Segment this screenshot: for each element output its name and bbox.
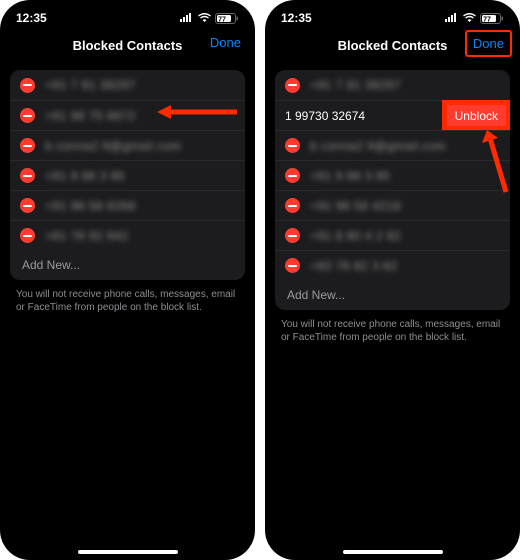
page-title: Blocked Contacts [73,38,183,53]
contact-label: +91 98 75 8872 [45,109,136,123]
status-time: 12:35 [281,11,312,25]
contact-label: b conna2 9@gmail.com [45,139,181,153]
contact-label: 1 99730 32674 [275,109,443,123]
remove-icon[interactable] [285,258,300,273]
wifi-icon [198,13,211,23]
blocked-row[interactable]: +91 98 75 8872 [10,100,245,130]
blocked-row[interactable]: +91 98 58 4218 [275,190,510,220]
page-title: Blocked Contacts [338,38,448,53]
contact-label: +81 78 92 842 [45,229,129,243]
footnote: You will not receive phone calls, messag… [265,310,520,352]
contact-label: +91 9 88 3 85 [45,169,125,183]
phone-left: 12:35 77 Blocked Contacts Done +91 7 81 … [0,0,255,560]
battery-icon: 77 [480,13,504,24]
remove-icon[interactable] [285,198,300,213]
status-indicators: 77 [445,13,504,24]
contact-label: +91 7 81 38297 [45,78,136,92]
remove-icon[interactable] [20,228,35,243]
contact-label: +83 78 82 3 82 [310,259,397,273]
blocked-list: +91 7 81 38297 +91 98 75 8872 b conna2 9… [10,70,245,280]
status-bar: 12:35 77 [265,0,520,30]
battery-icon: 77 [215,13,239,24]
remove-icon[interactable] [20,78,35,93]
remove-icon[interactable] [20,198,35,213]
blocked-row[interactable]: +91 98 58 8268 [10,190,245,220]
remove-icon[interactable] [285,138,300,153]
blocked-row[interactable]: b conna2 9@gmail.com [10,130,245,160]
cellular-icon [180,13,194,23]
unblock-button[interactable]: Unblock [443,101,510,130]
blocked-row[interactable]: +91 7 81 38297 [10,70,245,100]
contact-label: b conna2 9@gmail.com [310,139,446,153]
footnote: You will not receive phone calls, messag… [0,280,255,322]
contact-label: +91 98 58 4218 [310,199,401,213]
remove-icon[interactable] [20,168,35,183]
wifi-icon [463,13,476,23]
header: Blocked Contacts Done [0,30,255,60]
blocked-row-swiped[interactable]: 1 99730 32674 Unblock [275,100,510,130]
add-new-button[interactable]: Add New... [275,280,510,310]
contact-label: +91 8 80 4 2 82 [310,229,401,243]
status-bar: 12:35 77 [0,0,255,30]
status-time: 12:35 [16,11,47,25]
remove-icon[interactable] [285,168,300,183]
svg-text:77: 77 [218,16,226,23]
remove-icon[interactable] [285,78,300,93]
home-indicator[interactable] [78,550,178,554]
done-button[interactable]: Done [465,30,512,57]
contact-label: +91 9 88 3 85 [310,169,390,183]
svg-text:77: 77 [483,16,491,23]
remove-icon[interactable] [20,108,35,123]
header: Blocked Contacts Done [265,30,520,60]
blocked-row[interactable]: +91 9 88 3 85 [275,160,510,190]
blocked-row[interactable]: +81 78 92 842 [10,220,245,250]
blocked-row[interactable]: +91 9 88 3 85 [10,160,245,190]
home-indicator[interactable] [343,550,443,554]
blocked-row[interactable]: +83 78 82 3 82 [275,250,510,280]
remove-icon[interactable] [285,228,300,243]
blocked-row[interactable]: +91 7 81 38297 [275,70,510,100]
done-button[interactable]: Done [210,35,241,50]
phone-right: 12:35 77 Blocked Contacts Done +91 7 81 … [265,0,520,560]
blocked-list: +91 7 81 38297 1 99730 32674 Unblock b c… [275,70,510,310]
contact-label: +91 98 58 8268 [45,199,136,213]
add-new-button[interactable]: Add New... [10,250,245,280]
cellular-icon [445,13,459,23]
blocked-row[interactable]: b conna2 9@gmail.com [275,130,510,160]
blocked-row[interactable]: +91 8 80 4 2 82 [275,220,510,250]
remove-icon[interactable] [20,138,35,153]
contact-label: +91 7 81 38297 [310,78,401,92]
status-indicators: 77 [180,13,239,24]
